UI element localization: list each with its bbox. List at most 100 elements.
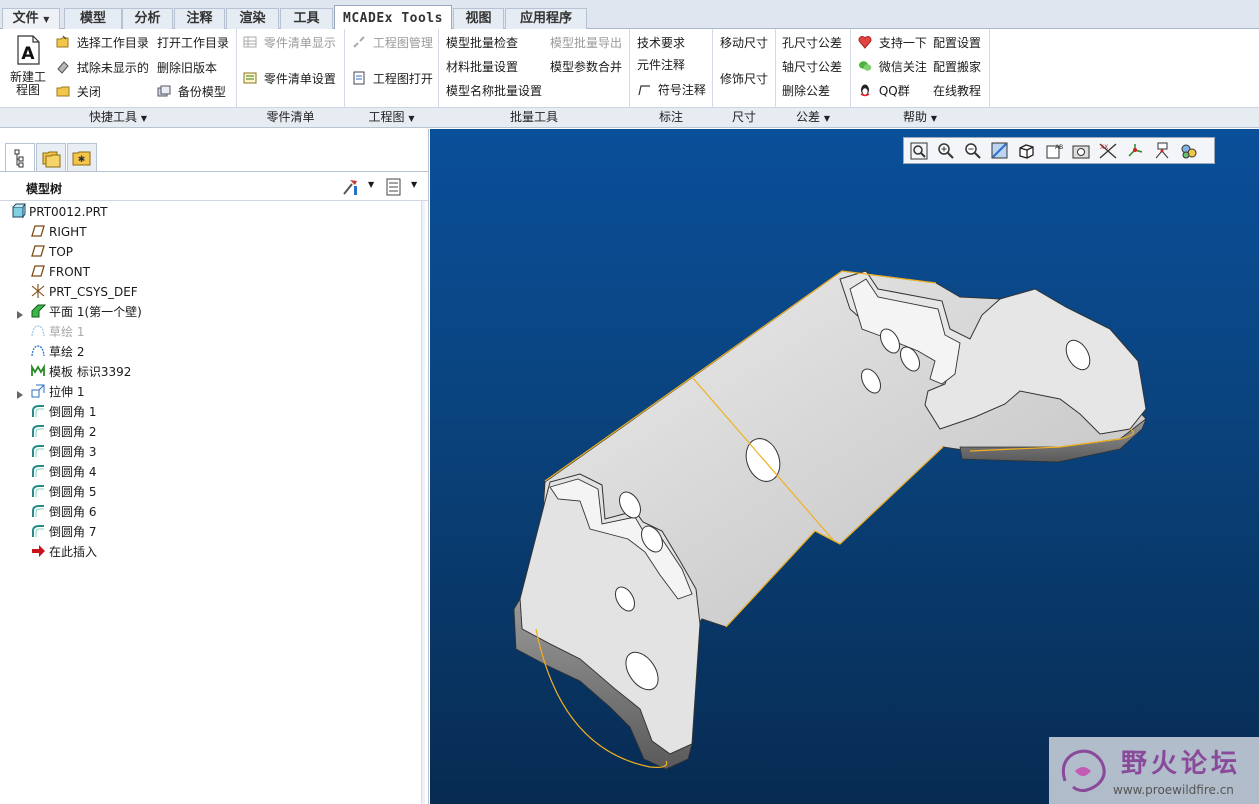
round-icon — [30, 423, 46, 439]
tech-requirements-button[interactable]: 技术要求 — [637, 34, 685, 52]
drawing-manage-button[interactable]: 工程图管理 — [352, 34, 433, 52]
delete-tolerance-button[interactable]: 删除公差 — [782, 82, 830, 100]
tree-item[interactable]: PRT0012.PRT — [10, 202, 107, 222]
tree-item-label: 倒圆角 1 — [49, 405, 97, 419]
tree-item[interactable]: 倒圆角 7 — [30, 522, 96, 542]
tab-annotate[interactable]: 注释 — [174, 8, 225, 29]
qq-group-button[interactable]: QQ群 — [858, 82, 910, 100]
delete-old-versions-label: 删除旧版本 — [157, 61, 218, 75]
round-icon — [30, 463, 46, 479]
list-settings-icon — [386, 178, 401, 196]
wechat-follow-button[interactable]: 微信关注 — [858, 58, 927, 76]
tab-view[interactable]: 视图 — [453, 8, 504, 29]
tree-expand-icon[interactable] — [16, 308, 24, 319]
config-migrate-button[interactable]: 配置搬家 — [933, 58, 981, 76]
config-settings-button[interactable]: 配置设置 — [933, 34, 981, 52]
hole-tolerance-button[interactable]: 孔尺寸公差 — [782, 34, 842, 52]
tree-item[interactable]: 草绘 2 — [30, 342, 84, 362]
tree-item[interactable]: FRONT — [30, 262, 90, 282]
open-workdir-label: 打开工作目录 — [157, 36, 230, 50]
tree-item-label: PRT_CSYS_DEF — [49, 285, 138, 299]
batch-export-button[interactable]: 模型批量导出 — [550, 34, 622, 52]
tab-tools[interactable]: 工具 — [280, 8, 333, 29]
tab-model[interactable]: 模型 — [64, 8, 122, 29]
wechat-follow-label: 微信关注 — [878, 60, 927, 74]
new-drawing-icon: A — [17, 35, 40, 65]
tab-favorites[interactable]: ✱ — [67, 143, 97, 171]
tree-item[interactable]: 倒圆角 4 — [30, 462, 96, 482]
watermark-url: www.proewildfire.cn — [1113, 783, 1234, 797]
tree-item[interactable]: 模板 标识3392 — [30, 362, 131, 382]
tree-item[interactable]: 倒圆角 3 — [30, 442, 96, 462]
insert-here-icon — [30, 543, 46, 559]
wechat-icon — [859, 61, 872, 71]
tab-folder-browser[interactable] — [36, 143, 66, 171]
close-label: 关闭 — [76, 85, 101, 99]
tree-item[interactable]: 在此插入 — [30, 542, 97, 562]
cosmetic-dimension-button[interactable]: 修饰尺寸 — [720, 70, 768, 88]
online-tutorial-button[interactable]: 在线教程 — [933, 82, 981, 100]
sheetmetal-wall-icon — [30, 303, 47, 319]
batch-material-button[interactable]: 材料批量设置 — [446, 58, 518, 76]
tree-item[interactable]: 平面 1(第一个壁) — [30, 302, 142, 322]
tree-item[interactable]: PRT_CSYS_DEF — [30, 282, 138, 302]
tab-file[interactable]: 文件 ▼ — [2, 8, 60, 29]
graphics-viewport[interactable]: AB XX 野火论坛 www.proewildfire.cn — [430, 129, 1259, 804]
tree-expand-icon[interactable] — [16, 388, 24, 399]
tree-settings-button[interactable]: ▼ — [341, 177, 379, 197]
ribbon-group-bar: 快捷工具 ▼ 零件清单 工程图 ▼ 批量工具 标注 尺寸 公差 ▼ 帮助 ▼ — [0, 107, 1259, 128]
tree-show-button[interactable]: ▼ — [384, 177, 422, 197]
new-drawing-button[interactable]: A 新建工 程图 — [8, 35, 48, 101]
shaft-tolerance-button[interactable]: 轴尺寸公差 — [782, 58, 842, 76]
tab-render[interactable]: 渲染 — [226, 8, 279, 29]
bom-settings-button[interactable]: 零件清单设置 — [243, 70, 336, 88]
tree-item[interactable]: TOP — [30, 242, 73, 262]
symbol-note-button[interactable]: 符号注释 — [637, 81, 706, 99]
new-drawing-label-2: 程图 — [15, 83, 40, 97]
group-drawing[interactable]: 工程图 ▼ — [345, 108, 438, 127]
bom-display-button[interactable]: 零件清单显示 — [243, 34, 336, 52]
tree-item[interactable]: 倒圆角 2 — [30, 422, 96, 442]
batch-check-button[interactable]: 模型批量检查 — [446, 34, 518, 52]
drawing-open-button[interactable]: 工程图打开 — [352, 70, 433, 88]
close-button[interactable]: 关闭 — [56, 83, 101, 101]
tree-item[interactable]: RIGHT — [30, 222, 87, 242]
tab-analysis[interactable]: 分析 — [122, 8, 173, 29]
datum-plane-icon — [30, 243, 46, 259]
tree-item[interactable]: 倒圆角 6 — [30, 502, 96, 522]
group-tolerance[interactable]: 公差 ▼ — [776, 108, 850, 127]
select-workdir-button[interactable]: 选择工作目录 — [56, 34, 149, 52]
tree-item-label: TOP — [49, 245, 74, 259]
tree-item-label: 草绘 1 — [49, 325, 85, 339]
group-help-label: 帮助 — [903, 110, 928, 124]
chevron-down-icon: ▼ — [930, 114, 937, 123]
element-note-button[interactable]: 元件注释 — [637, 56, 685, 74]
erase-undisplayed-button[interactable]: 拭除未显示的 — [56, 59, 149, 77]
tree-item[interactable]: 草绘 1 — [30, 322, 84, 342]
move-dimension-button[interactable]: 移动尺寸 — [720, 34, 768, 52]
chevron-down-icon: ▼ — [408, 114, 415, 123]
part-3d-model[interactable] — [430, 129, 1259, 804]
panel-splitter[interactable] — [421, 201, 425, 804]
ribbon-tab-bar: 文件 ▼ 模型 分析 注释 渲染 工具 MCADEx Tools 视图 应用程序 — [0, 0, 1259, 30]
tab-applications[interactable]: 应用程序 — [505, 8, 587, 29]
drawing-manage-icon — [353, 36, 365, 48]
table-icon — [243, 36, 257, 48]
group-help[interactable]: 帮助 ▼ — [851, 108, 989, 127]
svg-text:A: A — [21, 44, 35, 64]
support-button[interactable]: 支持一下 — [858, 34, 927, 52]
open-workdir-button[interactable]: 打开工作目录 — [157, 34, 229, 52]
param-merge-button[interactable]: 模型参数合并 — [550, 58, 622, 76]
group-quick-tools[interactable]: 快捷工具 ▼ — [0, 108, 236, 127]
backup-model-label: 备份模型 — [177, 85, 226, 99]
batch-name-button[interactable]: 模型名称批量设置 — [446, 82, 542, 100]
symbol-note-label: 符号注释 — [657, 83, 706, 97]
tree-item[interactable]: 倒圆角 1 — [30, 402, 96, 422]
tree-item[interactable]: 拉伸 1 — [30, 382, 84, 402]
backup-model-button[interactable]: 备份模型 — [157, 83, 226, 101]
datum-plane-icon — [30, 223, 46, 239]
tree-item[interactable]: 倒圆角 5 — [30, 482, 96, 502]
tab-model-tree[interactable] — [5, 143, 35, 172]
delete-old-versions-button[interactable]: 删除旧版本 — [157, 59, 217, 77]
tab-mcadex-tools[interactable]: MCADEx Tools — [334, 5, 452, 30]
